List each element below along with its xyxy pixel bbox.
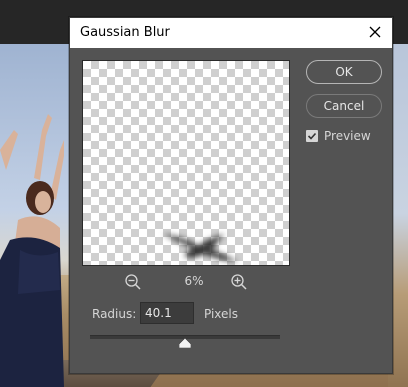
zoom-level: 6%	[184, 274, 204, 288]
zoom-controls: 6%	[82, 272, 290, 292]
close-button[interactable]	[364, 21, 386, 43]
preview-checkbox[interactable]	[306, 130, 318, 142]
preview-checkbox-row[interactable]: Preview	[306, 128, 371, 144]
canvas-person-photo	[0, 114, 64, 387]
zoom-out-button[interactable]	[124, 273, 142, 291]
blurred-bird-shape	[163, 234, 238, 262]
blur-preview[interactable]	[82, 60, 290, 266]
dialog-titlebar[interactable]: Gaussian Blur	[70, 18, 392, 48]
ok-button-label: OK	[335, 65, 353, 79]
close-icon	[369, 26, 381, 38]
checkmark-icon	[307, 132, 317, 140]
preview-label: Preview	[324, 129, 371, 143]
zoom-in-icon	[231, 274, 247, 290]
radius-slider-thumb[interactable]	[179, 338, 191, 348]
ok-button[interactable]: OK	[306, 60, 382, 84]
gaussian-blur-dialog: Gaussian Blur 6% Radius: 40.1 Pixels OK …	[69, 17, 393, 374]
radius-label: Radius:	[92, 307, 137, 321]
zoom-out-icon	[125, 274, 141, 290]
radius-input[interactable]	[140, 302, 194, 324]
dialog-title: Gaussian Blur	[80, 25, 170, 40]
zoom-in-button[interactable]	[230, 273, 248, 291]
radius-unit: Pixels	[204, 307, 239, 321]
cancel-button[interactable]: Cancel	[306, 94, 382, 118]
cancel-button-label: Cancel	[323, 99, 365, 113]
